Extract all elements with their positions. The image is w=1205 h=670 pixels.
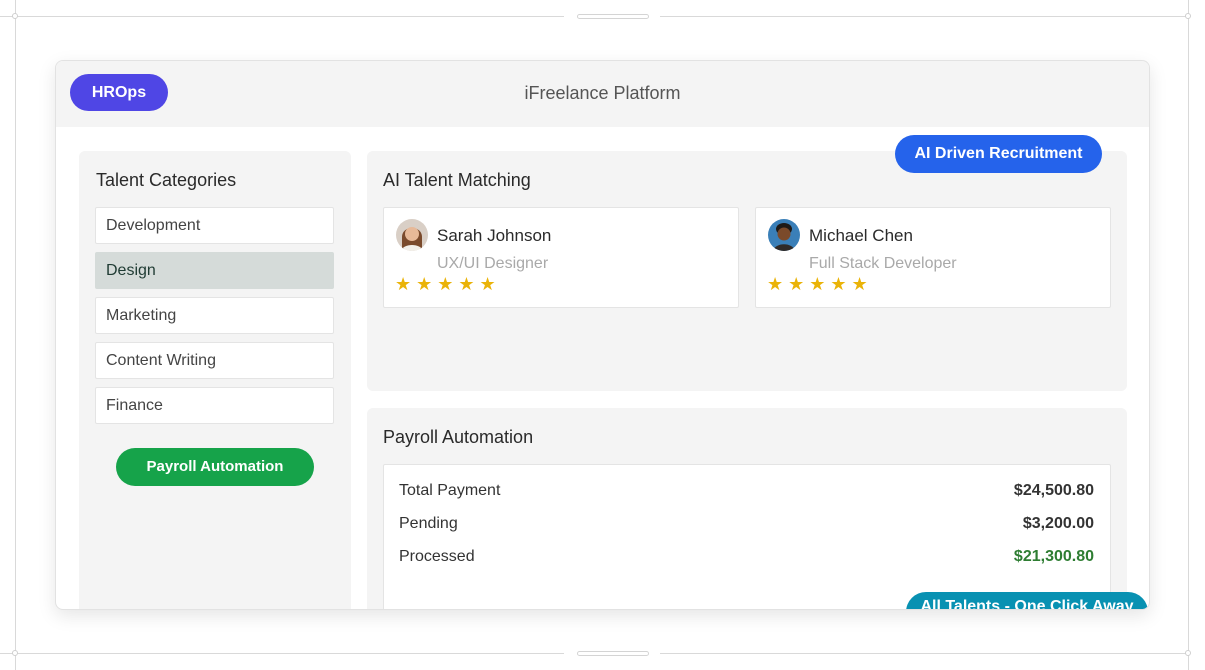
payroll-value: $3,200.00 — [1022, 515, 1094, 532]
payroll-row: Processed $21,300.80 — [399, 548, 1094, 570]
category-list: Development Design Marketing Content Wri… — [95, 207, 334, 432]
payroll-value: $21,300.80 — [1013, 548, 1094, 565]
category-item-development[interactable]: Development — [95, 207, 334, 244]
category-item-finance[interactable]: Finance — [95, 387, 334, 424]
app-window: HROps iFreelance Platform Talent Categor… — [55, 60, 1150, 610]
guide-line — [660, 16, 1190, 17]
payroll-summary: Total Payment $24,500.80 Pending $3,200.… — [383, 464, 1111, 609]
guide-line — [15, 0, 16, 670]
candidate-name: Sarah Johnson — [437, 226, 552, 245]
title-bar: HROps iFreelance Platform — [56, 61, 1149, 127]
all-talents-badge[interactable]: All Talents - One Click Away — [906, 592, 1148, 609]
star-rating: ★★★★★ — [395, 274, 501, 294]
payroll-row: Total Payment $24,500.80 — [399, 482, 1094, 504]
category-item-content-writing[interactable]: Content Writing — [95, 342, 334, 379]
ai-recruitment-badge[interactable]: AI Driven Recruitment — [895, 135, 1102, 173]
payroll-label: Total Payment — [399, 482, 501, 499]
panel-heading: AI Talent Matching — [383, 170, 531, 190]
canvas: HROps iFreelance Platform Talent Categor… — [0, 0, 1205, 670]
payroll-value: $24,500.80 — [1013, 482, 1094, 499]
resize-handle-bottom[interactable] — [577, 651, 649, 656]
talent-categories-panel: Talent Categories Development Design Mar… — [79, 151, 351, 609]
star-rating: ★★★★★ — [767, 274, 873, 294]
corner-handle[interactable] — [12, 13, 18, 19]
payroll-automation-panel: Payroll Automation Total Payment $24,500… — [367, 408, 1127, 609]
payroll-label: Processed — [399, 548, 475, 565]
candidate-role: UX/UI Designer — [437, 255, 549, 272]
avatar — [396, 219, 428, 251]
category-item-design[interactable]: Design — [95, 252, 334, 289]
candidate-card[interactable]: Michael Chen Full Stack Developer ★★★★★ — [755, 207, 1111, 308]
guide-line — [0, 653, 564, 654]
corner-handle[interactable] — [12, 650, 18, 656]
corner-handle[interactable] — [1185, 650, 1191, 656]
guide-line — [0, 16, 564, 17]
avatar — [768, 219, 800, 251]
guide-line — [660, 653, 1190, 654]
candidate-role: Full Stack Developer — [809, 255, 957, 272]
payroll-row: Pending $3,200.00 — [399, 515, 1094, 537]
candidate-name: Michael Chen — [809, 226, 913, 245]
ai-talent-matching-panel: AI Talent Matching AI Driven Recruitment… — [367, 135, 1127, 391]
payroll-automation-button[interactable]: Payroll Automation — [116, 448, 314, 486]
corner-handle[interactable] — [1185, 13, 1191, 19]
sidebar-heading: Talent Categories — [96, 170, 237, 190]
payroll-label: Pending — [399, 515, 458, 532]
window-title: iFreelance Platform — [524, 83, 681, 103]
resize-handle-top[interactable] — [577, 14, 649, 19]
candidate-card[interactable]: Sarah Johnson UX/UI Designer ★★★★★ — [383, 207, 739, 308]
panel-heading: Payroll Automation — [383, 427, 534, 447]
guide-line — [1188, 0, 1189, 670]
category-item-marketing[interactable]: Marketing — [95, 297, 334, 334]
